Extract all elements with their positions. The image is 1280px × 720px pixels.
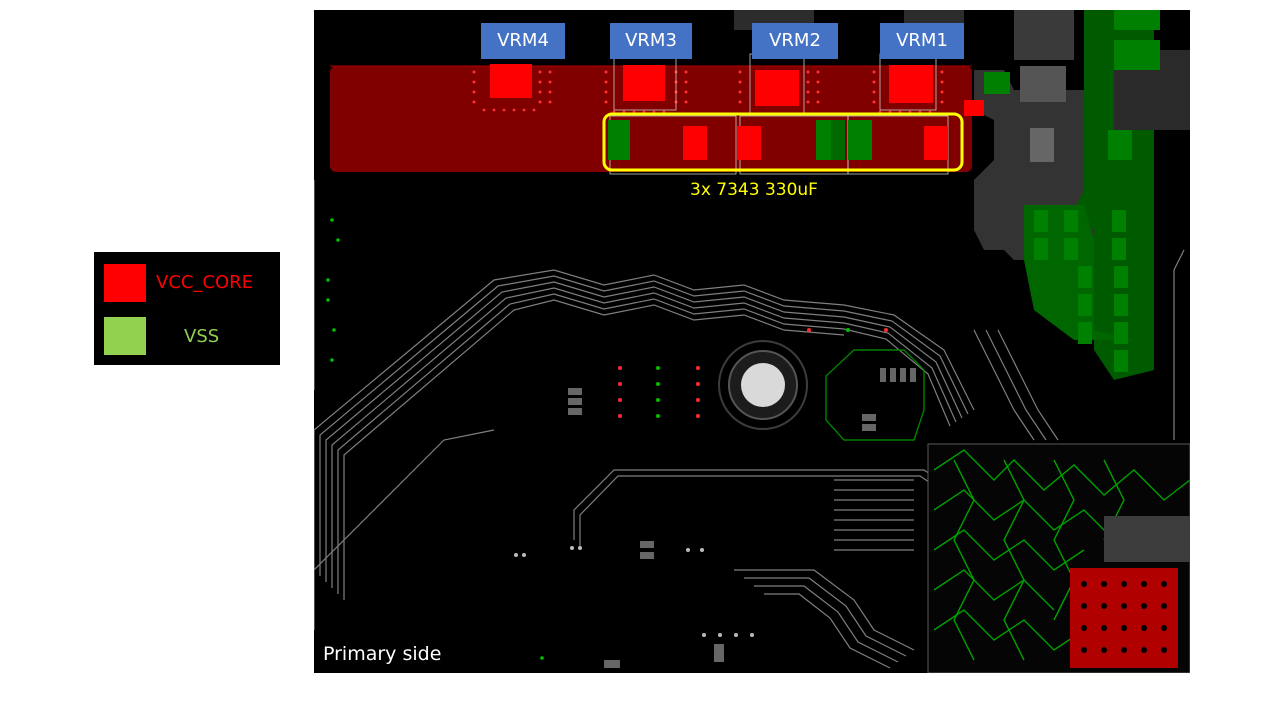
vrm-label-vrm1: VRM1 <box>880 23 964 59</box>
pcb-layout-view: VRM4 VRM3 VRM2 VRM1 3x 7343 330uF Primar… <box>314 10 1190 673</box>
legend: VCC_CORE VSS <box>94 252 280 365</box>
vrm-label-vrm2: VRM2 <box>752 23 838 59</box>
legend-label-vss: VSS <box>184 326 220 347</box>
legend-swatch-vss <box>104 317 146 355</box>
side-label: Primary side <box>323 643 442 665</box>
vrm-label-vrm3: VRM3 <box>610 23 692 59</box>
vrm-label-vrm4: VRM4 <box>481 23 565 59</box>
capacitor-annotation: 3x 7343 330uF <box>690 180 818 200</box>
legend-swatch-vcc-core <box>104 264 146 302</box>
mounting-hole <box>718 340 808 430</box>
legend-label-vcc-core: VCC_CORE <box>156 272 254 293</box>
pcb-artwork <box>314 10 1190 673</box>
bga-region <box>927 443 1190 673</box>
